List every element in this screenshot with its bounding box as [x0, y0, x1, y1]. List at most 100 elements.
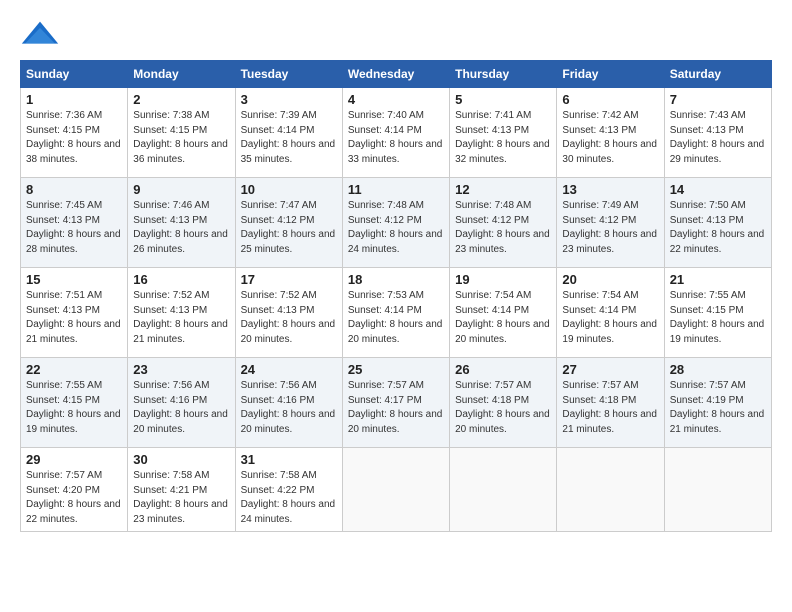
day-info: Sunrise: 7:57 AM Sunset: 4:18 PM Dayligh…: [562, 379, 658, 437]
calendar-cell: 19 Sunrise: 7:54 AM Sunset: 4:14 PM Dayl…: [450, 268, 557, 358]
calendar-cell: 18 Sunrise: 7:53 AM Sunset: 4:14 PM Dayl…: [342, 268, 449, 358]
calendar-cell: 10 Sunrise: 7:47 AM Sunset: 4:12 PM Dayl…: [235, 178, 342, 268]
day-info: Sunrise: 7:53 AM Sunset: 4:14 PM Dayligh…: [348, 289, 444, 347]
day-number: 8: [26, 182, 122, 197]
calendar-week-1: 1 Sunrise: 7:36 AM Sunset: 4:15 PM Dayli…: [21, 88, 772, 178]
day-number: 1: [26, 92, 122, 107]
calendar-cell: 8 Sunrise: 7:45 AM Sunset: 4:13 PM Dayli…: [21, 178, 128, 268]
calendar-cell: [342, 448, 449, 532]
calendar-cell: 7 Sunrise: 7:43 AM Sunset: 4:13 PM Dayli…: [664, 88, 771, 178]
calendar-cell: 26 Sunrise: 7:57 AM Sunset: 4:18 PM Dayl…: [450, 358, 557, 448]
day-number: 21: [670, 272, 766, 287]
day-info: Sunrise: 7:57 AM Sunset: 4:20 PM Dayligh…: [26, 469, 122, 527]
day-info: Sunrise: 7:56 AM Sunset: 4:16 PM Dayligh…: [133, 379, 229, 437]
calendar-cell: 28 Sunrise: 7:57 AM Sunset: 4:19 PM Dayl…: [664, 358, 771, 448]
day-number: 28: [670, 362, 766, 377]
calendar-header-friday: Friday: [557, 61, 664, 88]
calendar-cell: [664, 448, 771, 532]
day-info: Sunrise: 7:38 AM Sunset: 4:15 PM Dayligh…: [133, 109, 229, 167]
day-number: 30: [133, 452, 229, 467]
calendar-week-5: 29 Sunrise: 7:57 AM Sunset: 4:20 PM Dayl…: [21, 448, 772, 532]
calendar-header-tuesday: Tuesday: [235, 61, 342, 88]
calendar-cell: 23 Sunrise: 7:56 AM Sunset: 4:16 PM Dayl…: [128, 358, 235, 448]
day-info: Sunrise: 7:55 AM Sunset: 4:15 PM Dayligh…: [26, 379, 122, 437]
day-number: 26: [455, 362, 551, 377]
day-number: 15: [26, 272, 122, 287]
calendar-cell: 27 Sunrise: 7:57 AM Sunset: 4:18 PM Dayl…: [557, 358, 664, 448]
day-info: Sunrise: 7:52 AM Sunset: 4:13 PM Dayligh…: [133, 289, 229, 347]
day-number: 9: [133, 182, 229, 197]
day-info: Sunrise: 7:56 AM Sunset: 4:16 PM Dayligh…: [241, 379, 337, 437]
day-info: Sunrise: 7:48 AM Sunset: 4:12 PM Dayligh…: [348, 199, 444, 257]
day-info: Sunrise: 7:57 AM Sunset: 4:17 PM Dayligh…: [348, 379, 444, 437]
calendar-header-monday: Monday: [128, 61, 235, 88]
day-number: 4: [348, 92, 444, 107]
calendar-cell: 11 Sunrise: 7:48 AM Sunset: 4:12 PM Dayl…: [342, 178, 449, 268]
day-info: Sunrise: 7:43 AM Sunset: 4:13 PM Dayligh…: [670, 109, 766, 167]
day-number: 14: [670, 182, 766, 197]
calendar-cell: 6 Sunrise: 7:42 AM Sunset: 4:13 PM Dayli…: [557, 88, 664, 178]
calendar-header-wednesday: Wednesday: [342, 61, 449, 88]
calendar-header-row: SundayMondayTuesdayWednesdayThursdayFrid…: [21, 61, 772, 88]
calendar-week-4: 22 Sunrise: 7:55 AM Sunset: 4:15 PM Dayl…: [21, 358, 772, 448]
day-info: Sunrise: 7:39 AM Sunset: 4:14 PM Dayligh…: [241, 109, 337, 167]
day-number: 2: [133, 92, 229, 107]
calendar-cell: 29 Sunrise: 7:57 AM Sunset: 4:20 PM Dayl…: [21, 448, 128, 532]
calendar-cell: 20 Sunrise: 7:54 AM Sunset: 4:14 PM Dayl…: [557, 268, 664, 358]
day-number: 20: [562, 272, 658, 287]
day-info: Sunrise: 7:57 AM Sunset: 4:19 PM Dayligh…: [670, 379, 766, 437]
day-number: 17: [241, 272, 337, 287]
day-number: 23: [133, 362, 229, 377]
day-info: Sunrise: 7:50 AM Sunset: 4:13 PM Dayligh…: [670, 199, 766, 257]
calendar-cell: 30 Sunrise: 7:58 AM Sunset: 4:21 PM Dayl…: [128, 448, 235, 532]
day-info: Sunrise: 7:36 AM Sunset: 4:15 PM Dayligh…: [26, 109, 122, 167]
day-info: Sunrise: 7:58 AM Sunset: 4:21 PM Dayligh…: [133, 469, 229, 527]
calendar-cell: [450, 448, 557, 532]
calendar-cell: 25 Sunrise: 7:57 AM Sunset: 4:17 PM Dayl…: [342, 358, 449, 448]
day-number: 29: [26, 452, 122, 467]
day-info: Sunrise: 7:46 AM Sunset: 4:13 PM Dayligh…: [133, 199, 229, 257]
day-number: 5: [455, 92, 551, 107]
calendar-cell: 2 Sunrise: 7:38 AM Sunset: 4:15 PM Dayli…: [128, 88, 235, 178]
day-number: 16: [133, 272, 229, 287]
calendar-cell: 13 Sunrise: 7:49 AM Sunset: 4:12 PM Dayl…: [557, 178, 664, 268]
day-info: Sunrise: 7:57 AM Sunset: 4:18 PM Dayligh…: [455, 379, 551, 437]
calendar-cell: 15 Sunrise: 7:51 AM Sunset: 4:13 PM Dayl…: [21, 268, 128, 358]
day-number: 27: [562, 362, 658, 377]
day-info: Sunrise: 7:58 AM Sunset: 4:22 PM Dayligh…: [241, 469, 337, 527]
calendar-cell: [557, 448, 664, 532]
day-info: Sunrise: 7:54 AM Sunset: 4:14 PM Dayligh…: [455, 289, 551, 347]
calendar-cell: 9 Sunrise: 7:46 AM Sunset: 4:13 PM Dayli…: [128, 178, 235, 268]
calendar-table: SundayMondayTuesdayWednesdayThursdayFrid…: [20, 60, 772, 532]
day-info: Sunrise: 7:49 AM Sunset: 4:12 PM Dayligh…: [562, 199, 658, 257]
calendar-cell: 31 Sunrise: 7:58 AM Sunset: 4:22 PM Dayl…: [235, 448, 342, 532]
calendar-cell: 12 Sunrise: 7:48 AM Sunset: 4:12 PM Dayl…: [450, 178, 557, 268]
day-number: 12: [455, 182, 551, 197]
day-info: Sunrise: 7:51 AM Sunset: 4:13 PM Dayligh…: [26, 289, 122, 347]
day-info: Sunrise: 7:48 AM Sunset: 4:12 PM Dayligh…: [455, 199, 551, 257]
calendar-header-saturday: Saturday: [664, 61, 771, 88]
day-number: 31: [241, 452, 337, 467]
calendar-week-2: 8 Sunrise: 7:45 AM Sunset: 4:13 PM Dayli…: [21, 178, 772, 268]
day-number: 11: [348, 182, 444, 197]
calendar-cell: 5 Sunrise: 7:41 AM Sunset: 4:13 PM Dayli…: [450, 88, 557, 178]
day-info: Sunrise: 7:42 AM Sunset: 4:13 PM Dayligh…: [562, 109, 658, 167]
day-number: 13: [562, 182, 658, 197]
calendar-week-3: 15 Sunrise: 7:51 AM Sunset: 4:13 PM Dayl…: [21, 268, 772, 358]
calendar-cell: 24 Sunrise: 7:56 AM Sunset: 4:16 PM Dayl…: [235, 358, 342, 448]
calendar-header-thursday: Thursday: [450, 61, 557, 88]
day-info: Sunrise: 7:54 AM Sunset: 4:14 PM Dayligh…: [562, 289, 658, 347]
day-info: Sunrise: 7:41 AM Sunset: 4:13 PM Dayligh…: [455, 109, 551, 167]
day-info: Sunrise: 7:47 AM Sunset: 4:12 PM Dayligh…: [241, 199, 337, 257]
calendar-cell: 21 Sunrise: 7:55 AM Sunset: 4:15 PM Dayl…: [664, 268, 771, 358]
day-number: 19: [455, 272, 551, 287]
day-info: Sunrise: 7:40 AM Sunset: 4:14 PM Dayligh…: [348, 109, 444, 167]
calendar-cell: 17 Sunrise: 7:52 AM Sunset: 4:13 PM Dayl…: [235, 268, 342, 358]
calendar-cell: 4 Sunrise: 7:40 AM Sunset: 4:14 PM Dayli…: [342, 88, 449, 178]
day-info: Sunrise: 7:45 AM Sunset: 4:13 PM Dayligh…: [26, 199, 122, 257]
day-number: 3: [241, 92, 337, 107]
day-number: 24: [241, 362, 337, 377]
calendar-header-sunday: Sunday: [21, 61, 128, 88]
header: [20, 20, 772, 50]
day-number: 25: [348, 362, 444, 377]
